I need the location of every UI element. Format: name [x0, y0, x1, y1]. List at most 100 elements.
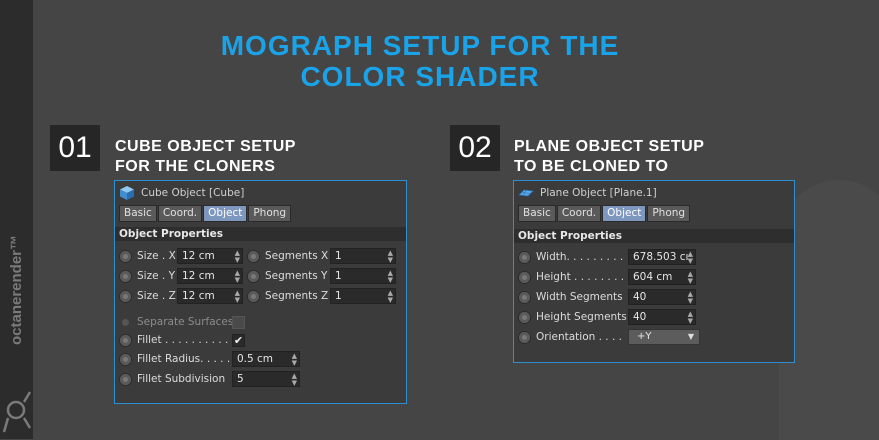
segments-y-row: Segments Y [248, 268, 327, 284]
height-segments-label: Height Segments [536, 311, 627, 323]
segments-z-field[interactable]: 1 ▲ ▼ [330, 288, 396, 304]
page-title-line-1: MOGRAPH SETUP FOR THE [220, 30, 620, 61]
height-segments-field[interactable]: 40 ▲ ▼ [628, 309, 696, 325]
separate-surfaces-checkbox[interactable] [232, 316, 245, 329]
width-value: 678.503 cı [633, 251, 689, 263]
tab-coord[interactable]: Coord. [556, 205, 602, 222]
panel-header: Plane Object [Plane.1] [518, 184, 657, 202]
page-title: MOGRAPH SETUP FOR THE COLOR SHADER [180, 30, 660, 92]
height-segments-value: 40 [633, 311, 647, 323]
size-z-value: 12 cm [182, 290, 215, 302]
orientation-row: Orientation . . . . [519, 329, 622, 345]
separate-surfaces-label: Separate Surfaces [137, 316, 234, 328]
animate-toggle[interactable] [248, 250, 259, 262]
fillet-radius-value: 0.5 cm [237, 353, 274, 365]
animate-toggle[interactable] [519, 291, 530, 303]
fillet-row: Fillet . . . . . . . . . . . [120, 332, 235, 348]
tab-basic[interactable]: Basic [119, 205, 157, 222]
separate-surfaces-row: Separate Surfaces [120, 314, 233, 330]
step-title-1-line-1: CUBE OBJECT SETUP [115, 138, 296, 155]
octanerender-logo: octanerender™ [2, 235, 32, 433]
orientation-label: Orientation . . . . [536, 331, 622, 343]
tab-coord[interactable]: Coord. [157, 205, 203, 222]
stepper-icon[interactable]: ▲ ▼ [688, 270, 693, 285]
animate-toggle[interactable] [120, 290, 131, 302]
width-segments-field[interactable]: 40 ▲ ▼ [628, 289, 696, 305]
size-y-label: Size . Y [137, 270, 175, 282]
tab-basic[interactable]: Basic [518, 205, 556, 222]
fillet-radius-field[interactable]: 0.5 cm ▲ ▼ [232, 351, 300, 367]
height-value: 604 cm [633, 271, 673, 283]
step-title-1: CUBE OBJECT SETUP FOR THE CLONERS [115, 137, 296, 177]
animate-toggle[interactable] [120, 373, 131, 385]
fillet-label: Fillet . . . . . . . . . . . [137, 334, 236, 346]
stepper-icon[interactable]: ▲ ▼ [688, 290, 693, 305]
animate-toggle[interactable] [120, 353, 131, 365]
size-z-field[interactable]: 12 cm ▲ ▼ [177, 288, 243, 304]
segments-x-field[interactable]: 1 ▲ ▼ [330, 248, 396, 264]
fillet-radius-row: Fillet Radius. . . . . [120, 351, 230, 367]
segments-y-value: 1 [335, 270, 342, 282]
stepper-icon[interactable]: ▲ ▼ [292, 352, 297, 367]
sidebar: octanerender™ [0, 0, 33, 439]
stepper-icon[interactable]: ▲ ▼ [235, 249, 240, 264]
fillet-checkbox[interactable]: ✔ [232, 334, 245, 347]
stepper-icon[interactable]: ▲ ▼ [388, 249, 393, 264]
step-title-1-line-2: FOR THE CLONERS [115, 158, 276, 175]
size-y-value: 12 cm [182, 270, 215, 282]
animate-toggle[interactable] [120, 270, 131, 282]
stepper-icon[interactable]: ▲ ▼ [388, 269, 393, 284]
chevron-down-icon: ▼ [687, 332, 694, 341]
height-label: Height . . . . . . . . [536, 271, 625, 283]
plane-object-panel: Plane Object [Plane.1] Basic Coord. Obje… [513, 180, 795, 363]
height-row: Height . . . . . . . . [519, 269, 624, 285]
animate-toggle[interactable] [248, 290, 259, 302]
step-number-1: 01 [50, 125, 100, 171]
segments-y-field[interactable]: 1 ▲ ▼ [330, 268, 396, 284]
orientation-value: +Y [637, 331, 652, 342]
section-header: Object Properties [514, 229, 794, 243]
height-field[interactable]: 604 cm ▲ ▼ [628, 269, 696, 285]
fillet-subdivision-row: Fillet Subdivision [120, 371, 225, 387]
tab-object[interactable]: Object [203, 205, 248, 222]
step-title-2: PLANE OBJECT SETUP TO BE CLONED TO [514, 137, 704, 177]
tab-phong[interactable]: Phong [248, 205, 292, 222]
tab-object[interactable]: Object [602, 205, 647, 222]
stepper-icon[interactable]: ▲ ▼ [688, 310, 693, 325]
height-segments-row: Height Segments [519, 309, 627, 325]
size-x-row: Size . X [120, 248, 176, 264]
animate-toggle[interactable] [519, 271, 530, 283]
orientation-dropdown[interactable]: +Y ▼ [628, 329, 700, 345]
size-x-field[interactable]: 12 cm ▲ ▼ [177, 248, 243, 264]
stepper-icon[interactable]: ▲ ▼ [235, 269, 240, 284]
stepper-icon[interactable]: ▲ ▼ [388, 289, 393, 304]
step-number-2: 02 [450, 125, 500, 171]
segments-z-label: Segments Z [265, 290, 329, 302]
stepper-icon[interactable]: ▲ ▼ [688, 250, 693, 265]
animate-toggle[interactable] [120, 250, 131, 262]
animate-toggle[interactable] [519, 311, 530, 323]
tab-phong[interactable]: Phong [647, 205, 691, 222]
width-field[interactable]: 678.503 cı ▲ ▼ [628, 249, 696, 265]
animate-toggle[interactable] [519, 331, 530, 343]
stepper-icon[interactable]: ▲ ▼ [292, 372, 297, 387]
size-x-label: Size . X [137, 250, 176, 262]
segments-x-value: 1 [335, 250, 342, 262]
width-segments-label: Width Segments [536, 291, 623, 303]
segments-y-label: Segments Y [265, 270, 328, 282]
animate-toggle[interactable] [248, 270, 259, 282]
plane-icon [518, 189, 534, 197]
animate-toggle[interactable] [519, 251, 530, 263]
width-row: Width. . . . . . . . . [519, 249, 623, 265]
section-header: Object Properties [115, 227, 406, 241]
size-y-field[interactable]: 12 cm ▲ ▼ [177, 268, 243, 284]
step-title-2-line-2: TO BE CLONED TO [514, 158, 669, 175]
cube-object-panel: Cube Object [Cube] Basic Coord. Object P… [114, 180, 407, 404]
svg-text:octanerender™: octanerender™ [8, 235, 25, 345]
fillet-subdivision-field[interactable]: 5 ▲ ▼ [232, 371, 300, 387]
checkmark-icon: ✔ [233, 334, 244, 347]
stepper-icon[interactable]: ▲ ▼ [235, 289, 240, 304]
segments-x-row: Segments X [248, 248, 328, 264]
animate-toggle[interactable] [120, 334, 131, 346]
page-title-line-2: COLOR SHADER [300, 61, 540, 92]
